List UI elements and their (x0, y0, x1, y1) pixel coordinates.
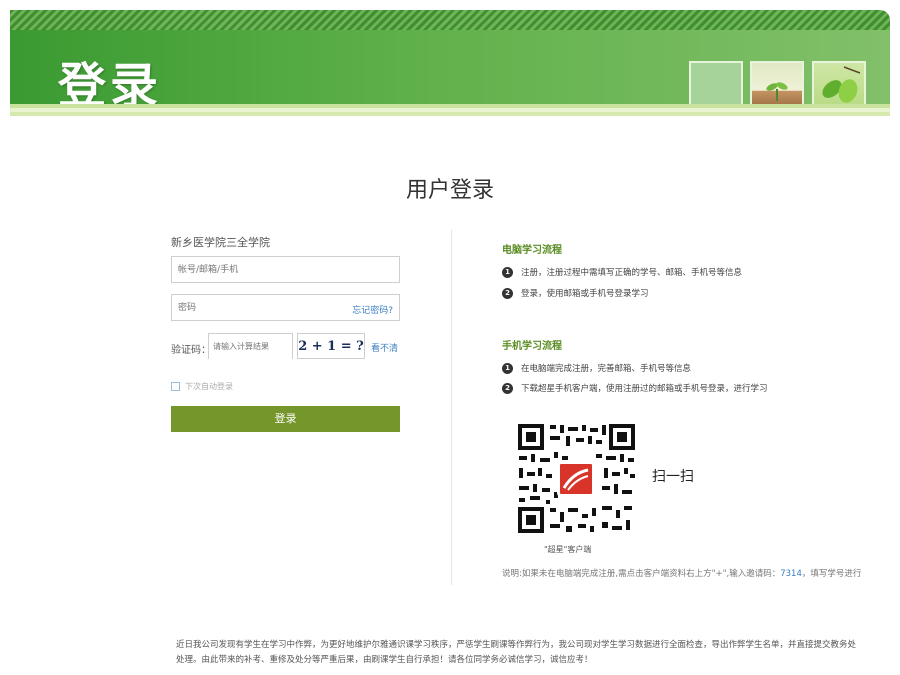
mobile-flow-title: 手机学习流程 (502, 341, 562, 352)
chaoxing-logo-icon (557, 461, 595, 497)
step-number-icon: 2 (502, 382, 513, 394)
page-title: 用户登录 (405, 178, 494, 203)
forgot-password-link[interactable]: 忘记密码? (352, 303, 393, 316)
pc-flow-step: 1 注册，注册过程中需填写正确的学号、邮箱、手机号等信息 (502, 266, 742, 278)
remember-me[interactable]: 下次自动登录 (171, 381, 233, 392)
anti-cheating-notice: 近日我公司发现有学生在学习中作弊，为更好地维护尔雅通识课学习秩序，严惩学生刷课等… (176, 640, 857, 665)
captcha-label: 验证码： (171, 345, 211, 356)
captcha-field[interactable] (208, 333, 293, 359)
step-text: 在电脑端完成注册，完善邮箱、手机号等信息 (521, 364, 692, 374)
vertical-divider (451, 230, 452, 585)
login-button[interactable]: 登录 (171, 406, 400, 432)
pc-flow-title: 电脑学习流程 (502, 245, 562, 256)
step-number-icon: 2 (502, 287, 513, 299)
banner: 登录 (10, 30, 890, 115)
qr-caption: "超星"客户端 (544, 545, 592, 554)
account-input[interactable] (172, 257, 399, 283)
captcha-input[interactable] (209, 334, 292, 359)
captcha-image[interactable]: 2 + 1 = ? (297, 333, 365, 359)
header-stripe (10, 10, 890, 30)
step-text: 登录，使用邮箱或手机号登录学习 (521, 289, 649, 299)
account-field[interactable] (171, 256, 400, 283)
mobile-flow-step: 1 在电脑端完成注册，完善邮箱、手机号等信息 (502, 362, 691, 374)
password-field[interactable]: 忘记密码? (171, 294, 400, 321)
pc-flow-step: 2 登录，使用邮箱或手机号登录学习 (502, 287, 649, 299)
school-name: 新乡医学院三全学院 (171, 236, 270, 249)
note-prefix: 说明:如果未在电脑端完成注册,需点击客户端资料右上方"+",输入邀请码： (502, 569, 781, 579)
step-text: 下载超星手机客户端，使用注册过的邮箱或手机号登录，进行学习 (521, 384, 768, 394)
note-suffix: ，填写学号进行 (801, 569, 862, 579)
invite-note: 说明:如果未在电脑端完成注册,需点击客户端资料右上方"+",输入邀请码：7314… (502, 567, 861, 579)
header-banner: 登录 (10, 10, 890, 116)
scan-label: 扫一扫 (652, 469, 694, 485)
step-number-icon: 1 (502, 266, 513, 278)
remember-label: 下次自动登录 (185, 382, 233, 391)
step-text: 注册，注册过程中需填写正确的学号、邮箱、手机号等信息 (521, 268, 743, 278)
remember-checkbox[interactable] (171, 382, 180, 391)
header-bottom-stripe (10, 104, 890, 116)
step-number-icon: 1 (502, 362, 513, 374)
mobile-flow-step: 2 下载超星手机客户端，使用注册过的邮箱或手机号登录，进行学习 (502, 382, 768, 394)
login-form: 新乡医学院三全学院 忘记密码? 验证码： 2 + 1 = ? 看不清 下次自动登… (171, 234, 401, 432)
invite-code: 7314 (780, 569, 802, 579)
captcha-refresh-link[interactable]: 看不清 (371, 341, 398, 354)
